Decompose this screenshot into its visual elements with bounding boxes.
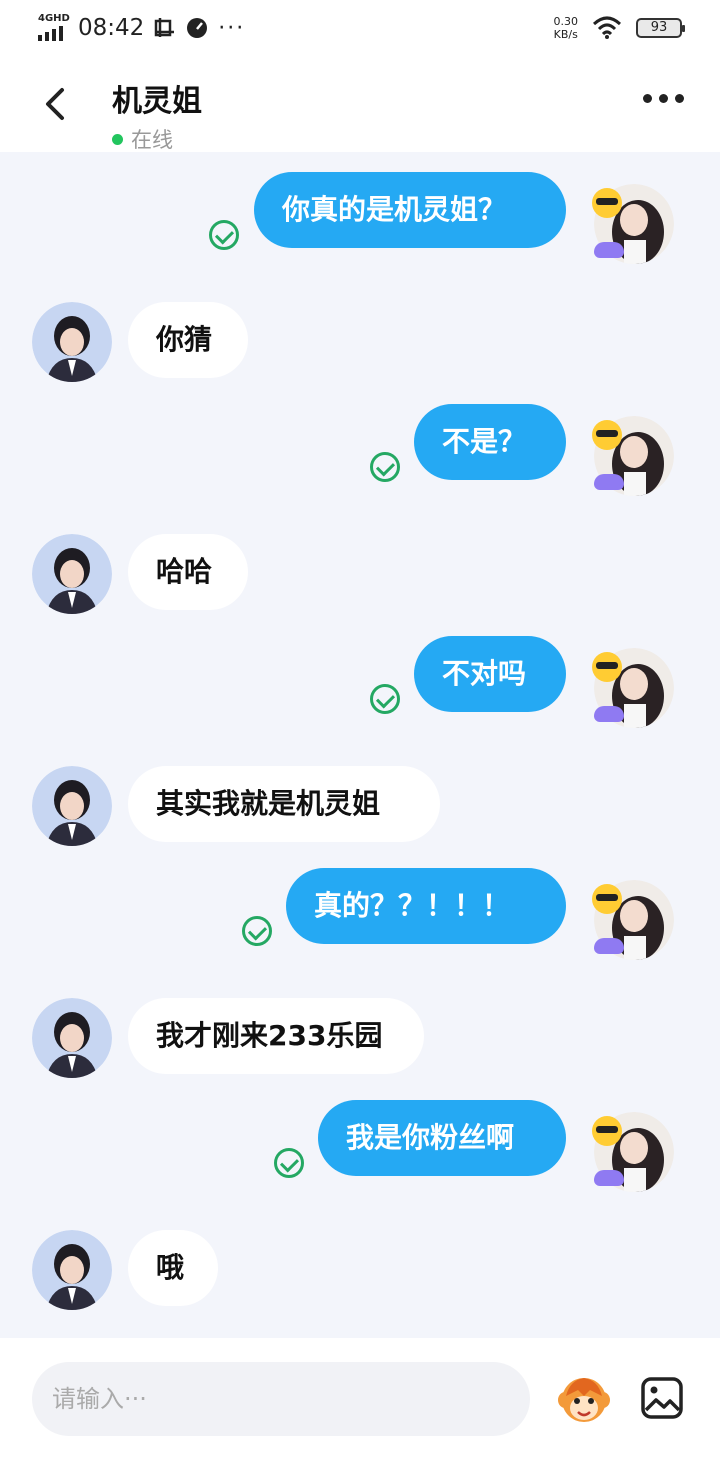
contact-avatar[interactable] [32, 302, 112, 382]
wifi-icon [592, 16, 622, 39]
sunglasses-emoji-icon [592, 884, 622, 914]
screenshot-icon [155, 18, 175, 37]
speed-unit: KB/s [553, 28, 578, 41]
contact-message-bubble[interactable]: 哈哈 [128, 534, 248, 610]
dot-icon [659, 94, 668, 103]
more-notifications: ··· [218, 15, 246, 41]
status-bar: 4GHD 08:42 ··· 0.30 KB/s 93 [0, 0, 720, 56]
sneaker-icon [594, 242, 624, 258]
contact-info: 机灵姐 在线 [112, 76, 202, 154]
contact-avatar[interactable] [32, 766, 112, 846]
contact-avatar[interactable] [32, 534, 112, 614]
online-dot-icon [112, 133, 123, 145]
sneaker-icon [594, 1170, 624, 1186]
message-row: 其实我就是机灵姐 [0, 764, 720, 848]
sunglasses-emoji-icon [592, 188, 622, 218]
contact-avatar[interactable] [32, 1230, 112, 1310]
sunglasses-emoji-icon [592, 420, 622, 450]
my-message-bubble[interactable]: 我是你粉丝啊 [318, 1100, 566, 1176]
message-row: 哦 [0, 1228, 720, 1312]
sneaker-icon [594, 474, 624, 490]
network-speed: 0.30 KB/s [554, 15, 579, 41]
clock: 08:42 [78, 15, 145, 41]
message-list[interactable]: 你真的是机灵姐？ 你猜 不是？ 哈哈 不对吗 其实我就是机灵姐 真的？？！！！ … [0, 152, 720, 1338]
my-message-bubble[interactable]: 不对吗 [414, 636, 566, 712]
message-row: 不对吗 [0, 636, 720, 728]
online-label: 在线 [131, 128, 173, 152]
my-message-bubble[interactable]: 真的？？！！！ [286, 868, 566, 944]
message-row: 你猜 [0, 300, 720, 384]
more-button[interactable] [643, 94, 684, 103]
chat-header: 机灵姐 在线 [0, 56, 720, 152]
message-row: 不是？ [0, 404, 720, 496]
speed-value: 0.30 [553, 15, 579, 28]
read-check-icon [274, 1148, 304, 1178]
message-input[interactable] [32, 1362, 530, 1436]
my-message-bubble[interactable]: 不是？ [414, 404, 566, 480]
input-bar [0, 1338, 720, 1460]
battery-indicator: 93 [636, 18, 685, 38]
message-row: 我是你粉丝啊 [0, 1100, 720, 1192]
contact-message-bubble[interactable]: 我才刚来233乐园 [128, 998, 424, 1074]
signal-icon: 4GHD [38, 13, 70, 43]
message-row: 真的？？！！！ [0, 868, 720, 960]
contact-message-bubble[interactable]: 哦 [128, 1230, 218, 1306]
sneaker-icon [594, 938, 624, 954]
contact-avatar[interactable] [32, 998, 112, 1078]
sneaker-icon [594, 706, 624, 722]
monkey-emoji-icon[interactable] [556, 1372, 612, 1428]
network-type: 4GHD [38, 13, 70, 24]
message-row: 哈哈 [0, 532, 720, 616]
message-row: 我才刚来233乐园 [0, 996, 720, 1080]
read-check-icon [209, 220, 239, 250]
sunglasses-emoji-icon [592, 652, 622, 682]
contact-name: 机灵姐 [112, 84, 202, 119]
dot-icon [643, 94, 652, 103]
sunglasses-emoji-icon [592, 1116, 622, 1146]
contact-message-bubble[interactable]: 你猜 [128, 302, 248, 378]
online-status: 在线 [112, 124, 202, 154]
read-check-icon [242, 916, 272, 946]
speed-icon [187, 18, 208, 38]
message-row: 你真的是机灵姐？ [0, 172, 720, 264]
contact-message-bubble[interactable]: 其实我就是机灵姐 [128, 766, 440, 842]
my-message-bubble[interactable]: 你真的是机灵姐？ [254, 172, 566, 248]
back-button[interactable] [36, 82, 76, 126]
dot-icon [675, 94, 684, 103]
read-check-icon [370, 684, 400, 714]
read-check-icon [370, 452, 400, 482]
image-icon[interactable] [640, 1376, 684, 1420]
